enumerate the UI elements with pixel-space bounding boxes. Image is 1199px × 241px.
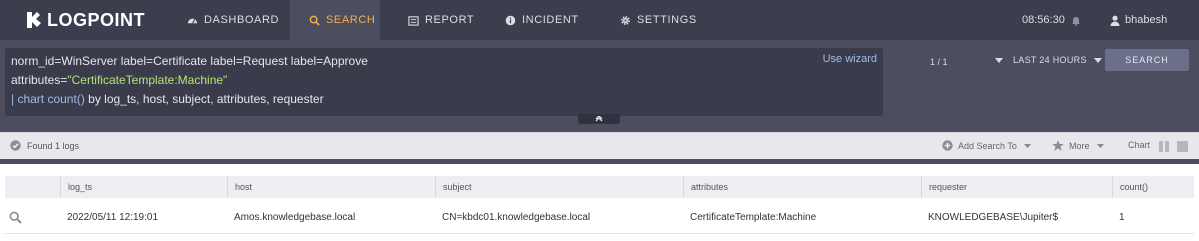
star-icon <box>1052 140 1064 151</box>
column-header-requester[interactable]: requester <box>921 176 1112 198</box>
table-view-icon <box>1177 141 1188 152</box>
user-menu[interactable]: bhabesh <box>1110 0 1167 40</box>
table-view-toggle[interactable] <box>1177 141 1188 152</box>
chevron-down-icon <box>995 57 1003 63</box>
cell-count: 1 <box>1119 211 1125 223</box>
found-logs-text: Found 1 logs <box>27 140 80 151</box>
row-view-button[interactable] <box>5 200 60 234</box>
collapse-query-button[interactable] <box>578 114 620 124</box>
bell-icon <box>1072 16 1080 26</box>
top-navigation-bar: LOGPOINT DASHBOARD SEARCH REPORT INCIDEN… <box>0 0 1199 40</box>
time-range-label: LAST 24 HOURS <box>1013 55 1087 65</box>
pager: 1 / 1 <box>930 57 948 67</box>
add-search-to-label: Add Search To <box>958 140 1017 151</box>
check-circle-icon <box>10 140 21 151</box>
incident-icon <box>505 15 516 25</box>
clock: 08:56:30 <box>1022 0 1065 40</box>
chevron-up-icon <box>595 116 603 122</box>
add-circle-icon <box>942 140 953 151</box>
table-row[interactable]: 2022/05/11 12:19:01 Amos.knowledgebase.l… <box>5 200 1194 234</box>
query-attributes-value: "CertificateTemplate:Machine" <box>67 73 228 87</box>
column-header-actions <box>5 176 60 198</box>
cell-log-ts: 2022/05/11 12:19:01 <box>67 211 159 223</box>
chart-label: Chart <box>1128 140 1150 150</box>
more-button[interactable]: More <box>1052 140 1104 151</box>
column-view-icon <box>1159 141 1169 152</box>
chart-view-toggle[interactable] <box>1159 141 1169 152</box>
report-icon <box>408 15 419 26</box>
table-header: log_ts host subject attributes requester… <box>5 176 1194 198</box>
gear-icon <box>621 15 630 25</box>
username: bhabesh <box>1125 14 1168 26</box>
column-header-log-ts[interactable]: log_ts <box>60 176 227 198</box>
cell-host: Amos.knowledgebase.local <box>234 211 356 223</box>
chevron-down-icon <box>1093 57 1102 63</box>
column-header-attributes[interactable]: attributes <box>683 176 921 198</box>
dashboard-icon <box>187 18 198 24</box>
magnifier-icon <box>9 211 22 224</box>
tab-search-label: SEARCH <box>326 14 376 26</box>
user-icon <box>1110 15 1120 26</box>
results-table: log_ts host subject attributes requester… <box>0 164 1199 241</box>
query-chart-command: | chart count() <box>11 92 85 106</box>
query-line-2: attributes="CertificateTemplate:Machine" <box>11 73 227 87</box>
found-logs-status: Found 1 logs <box>10 140 79 151</box>
use-wizard-link[interactable]: Use wizard <box>823 53 877 65</box>
time-range-selector[interactable]: LAST 24 HOURS <box>995 55 1102 65</box>
add-search-to-button[interactable]: Add Search To <box>942 140 1031 151</box>
query-chart-fields: by log_ts, host, subject, attributes, re… <box>84 92 324 106</box>
query-line-3: | chart count() by log_ts, host, subject… <box>11 92 324 106</box>
more-label: More <box>1069 140 1090 151</box>
tab-search[interactable]: SEARCH <box>290 0 380 40</box>
search-button[interactable]: SEARCH <box>1105 49 1189 71</box>
search-query-input[interactable]: norm_id=WinServer label=Certificate labe… <box>5 48 883 116</box>
column-header-count[interactable]: count() <box>1112 176 1194 198</box>
cell-attributes: CertificateTemplate:Machine <box>690 211 817 223</box>
logpoint-logo[interactable]: LOGPOINT <box>24 9 145 31</box>
tab-incident-label: INCIDENT <box>522 14 579 26</box>
tab-settings-label: SETTINGS <box>637 14 697 26</box>
logo-text: LOGPOINT <box>47 9 145 30</box>
tab-incident[interactable]: INCIDENT <box>505 0 579 40</box>
clock-time: 08:56:30 <box>1022 14 1065 26</box>
query-panel: norm_id=WinServer label=Certificate labe… <box>0 40 1199 132</box>
tab-report-label: REPORT <box>425 14 475 26</box>
results-status-bar: Found 1 logs Add Search To More Chart <box>0 132 1199 159</box>
tab-dashboard-label: DASHBOARD <box>204 14 280 26</box>
cell-requester: KNOWLEDGEBASE\Jupiter$ <box>928 211 1059 223</box>
tab-report[interactable]: REPORT <box>408 0 474 40</box>
query-attributes-key: attributes= <box>11 73 68 87</box>
notifications-button[interactable] <box>1071 0 1081 40</box>
search-icon <box>309 15 320 26</box>
tab-settings[interactable]: SETTINGS <box>620 0 697 40</box>
logpoint-logo-icon <box>27 12 41 28</box>
column-header-subject[interactable]: subject <box>435 176 683 198</box>
cell-subject: CN=kbdc01.knowledgebase.local <box>442 211 591 223</box>
chevron-down-icon <box>1023 143 1031 148</box>
query-line-1: norm_id=WinServer label=Certificate labe… <box>11 54 368 68</box>
column-header-host[interactable]: host <box>227 176 435 198</box>
tab-dashboard[interactable]: DASHBOARD <box>187 0 279 40</box>
chart-label-text: Chart <box>1128 140 1151 150</box>
chevron-down-icon <box>1096 143 1104 148</box>
